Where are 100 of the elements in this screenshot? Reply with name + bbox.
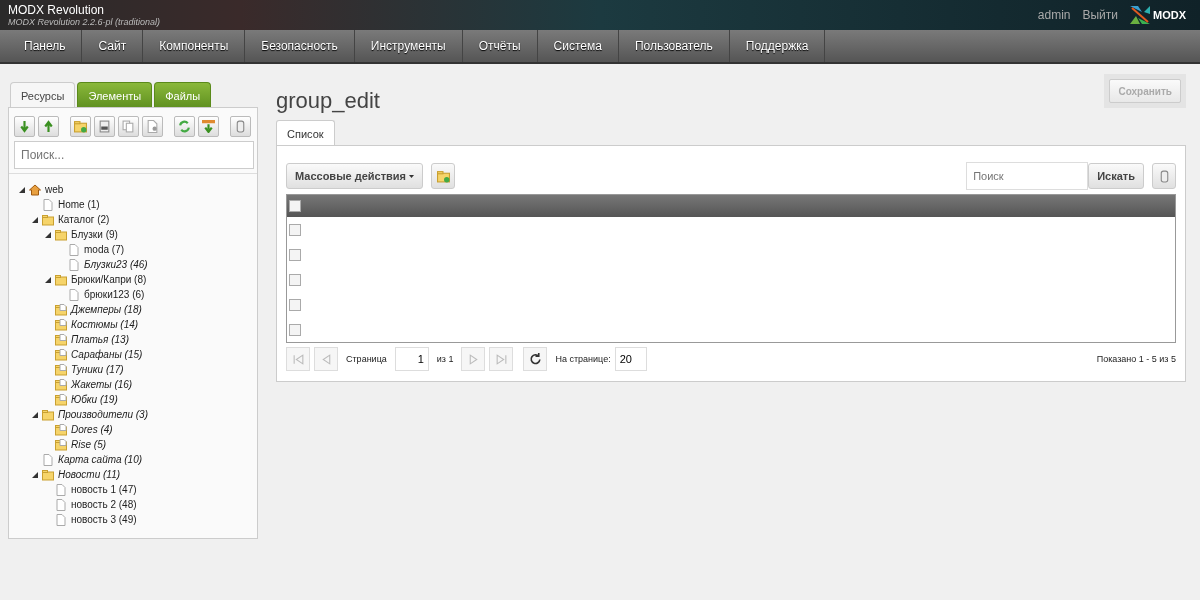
user-link[interactable]: admin	[1037, 8, 1071, 22]
sort-button[interactable]	[198, 116, 219, 137]
expand-all-button[interactable]	[14, 116, 35, 137]
menu-item[interactable]: Безопасность	[245, 30, 355, 62]
refresh-icon	[178, 120, 191, 133]
tree-item[interactable]: Брюки/Капри (8)	[71, 274, 147, 285]
add-button[interactable]	[431, 163, 455, 189]
bulk-actions-button[interactable]: Массовые действия	[286, 163, 423, 189]
first-page-button[interactable]	[286, 347, 310, 371]
menu-item[interactable]: Компоненты	[143, 30, 246, 62]
refresh-button[interactable]	[523, 347, 548, 371]
up-arrow-icon	[42, 120, 55, 133]
row-checkbox[interactable]	[289, 248, 301, 261]
menu-item[interactable]: Пользователь	[618, 30, 730, 62]
trash-button[interactable]	[230, 116, 251, 137]
tree-item[interactable]: Блузки23 (46)	[84, 259, 148, 270]
expanded-arrow-icon[interactable]	[45, 276, 51, 283]
document-icon	[55, 513, 67, 526]
menu-item[interactable]: Инструменты	[354, 30, 463, 62]
page-count: из 1	[436, 354, 454, 364]
menu-item[interactable]: Система	[537, 30, 619, 62]
document-icon	[42, 198, 54, 211]
page-number-field[interactable]: 1	[394, 347, 429, 371]
folder-icon	[55, 318, 67, 331]
previous-page-icon	[319, 352, 333, 366]
select-all-checkbox[interactable]	[289, 200, 301, 212]
tree-item[interactable]: новость 1 (47)	[71, 484, 137, 495]
document-icon	[55, 498, 67, 511]
search-field[interactable]: Поиск	[966, 162, 1089, 190]
tree-item[interactable]: Блузки (9)	[71, 229, 118, 240]
row-checkbox[interactable]	[289, 323, 301, 336]
document-icon	[55, 483, 67, 496]
page-label: Страница	[346, 354, 387, 364]
tree-item[interactable]: Каталог (2)	[58, 214, 110, 225]
app-version: MODX Revolution 2.2.6-pl (traditional)	[8, 17, 162, 27]
folder-icon	[42, 213, 54, 226]
previous-page-button[interactable]	[314, 347, 338, 371]
folder-icon	[42, 408, 54, 421]
tree-item[interactable]: Юбки (19)	[71, 394, 118, 405]
logo-text: MODX	[1153, 9, 1186, 21]
per-page-label: На странице:	[555, 354, 611, 364]
next-page-button[interactable]	[461, 347, 486, 371]
tree-item[interactable]: Туники (17)	[71, 364, 124, 375]
sidebar-tab[interactable]: Ресурсы	[10, 82, 76, 108]
logout-link[interactable]: Выйти	[1082, 8, 1118, 22]
document-icon	[68, 288, 80, 301]
expanded-arrow-icon[interactable]	[32, 471, 38, 478]
search-field[interactable]: Поиск...	[14, 141, 254, 169]
first-page-icon	[291, 352, 305, 366]
app-title: MODX Revolution	[8, 3, 106, 17]
folder-icon	[55, 273, 67, 286]
row-checkbox[interactable]	[289, 298, 301, 311]
tree-item[interactable]: Новости (11)	[58, 469, 121, 480]
row-checkbox[interactable]	[289, 223, 301, 236]
tree-item[interactable]: брюки123 (6)	[84, 289, 145, 300]
folder-icon	[55, 348, 67, 361]
per-page-field[interactable]: 20	[614, 347, 647, 371]
folder-plus-icon	[436, 169, 450, 183]
trash-icon	[234, 120, 247, 133]
expanded-arrow-icon[interactable]	[19, 186, 25, 193]
tree-item[interactable]: Карта сайта (10)	[58, 454, 143, 465]
tree-item[interactable]: Платья (13)	[71, 334, 129, 345]
tree-item[interactable]: новость 2 (48)	[71, 499, 137, 510]
copy-icon	[122, 120, 135, 133]
tree-item[interactable]: Rise (5)	[71, 439, 107, 450]
content-tab[interactable]: Список	[276, 120, 335, 146]
folder-icon	[55, 228, 67, 241]
expanded-arrow-icon[interactable]	[32, 216, 38, 223]
menu-item[interactable]: Поддержка	[729, 30, 826, 62]
tree-item[interactable]: Производители (3)	[58, 409, 148, 420]
sort-icon	[202, 120, 215, 133]
tree-item[interactable]: moda (7)	[84, 244, 125, 255]
settings-button[interactable]	[142, 116, 163, 137]
expanded-arrow-icon[interactable]	[45, 231, 51, 238]
search-button[interactable]: Искать	[1088, 163, 1144, 189]
tree-item[interactable]: Dores (4)	[71, 424, 113, 435]
collapse-all-button[interactable]	[38, 116, 59, 137]
menu-item[interactable]: Сайт	[82, 30, 144, 62]
folder-plus-icon	[74, 120, 87, 133]
logo-icon	[1130, 6, 1150, 24]
tree-item[interactable]: Джемперы (18)	[71, 304, 142, 315]
tree-item[interactable]: web	[45, 184, 64, 195]
tree-item[interactable]: Костюмы (14)	[71, 319, 139, 330]
tree-item[interactable]: новость 3 (49)	[71, 514, 137, 525]
expanded-arrow-icon[interactable]	[32, 411, 38, 418]
document-icon	[68, 243, 80, 256]
last-page-button[interactable]	[489, 347, 514, 371]
document-icon	[42, 453, 54, 466]
refresh-icon	[528, 352, 542, 366]
menu-item[interactable]: Панель	[8, 30, 83, 62]
menu-item[interactable]: Отчёты	[462, 30, 538, 62]
clear-button[interactable]	[1152, 163, 1176, 189]
tree-item[interactable]: Сарафаны (15)	[71, 349, 143, 360]
tree-item[interactable]: Home (1)	[58, 199, 100, 210]
page-title: group_edit	[276, 88, 380, 114]
folder-icon	[55, 303, 67, 316]
tree-item[interactable]: Жакеты (16)	[71, 379, 133, 390]
folder-icon	[55, 378, 67, 391]
row-checkbox[interactable]	[289, 273, 301, 286]
house-icon	[29, 183, 41, 196]
